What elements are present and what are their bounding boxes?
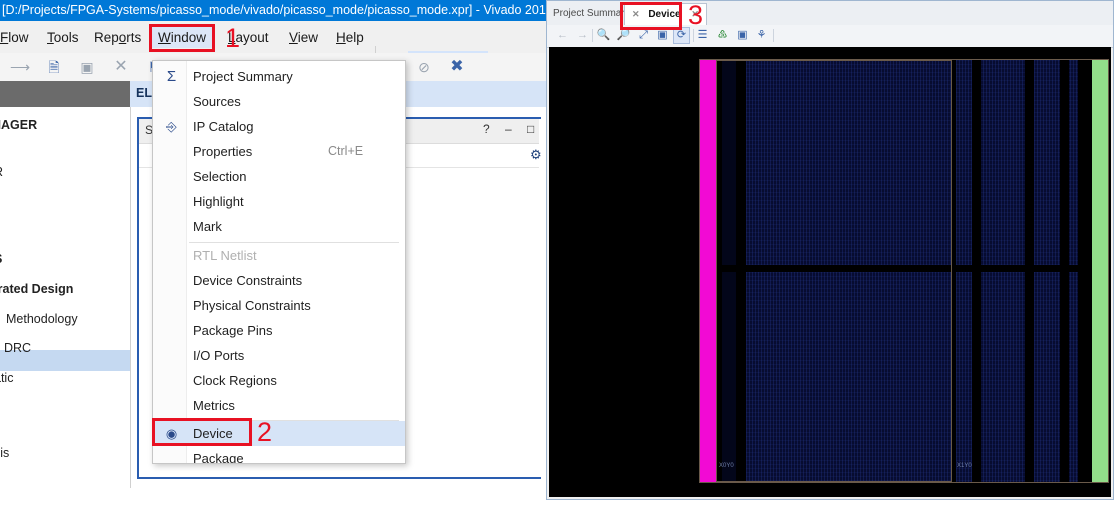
menu-item-accelerator: Ctrl+E <box>328 139 363 164</box>
flow-navigator-item-s[interactable]: S <box>0 252 2 266</box>
menu-item-label: Device Constraints <box>193 268 302 293</box>
menu-item-io-ports[interactable]: I/O Ports <box>153 343 405 368</box>
panel-window-controls[interactable]: ? – □ <box>483 122 540 136</box>
redo-icon[interactable]: ⟶ <box>10 58 28 76</box>
device-canvas[interactable]: X0Y0 X1Y0 <box>549 47 1111 497</box>
menu-item-label: Device <box>193 421 233 446</box>
io-bank-right[interactable] <box>1092 60 1108 482</box>
menu-item-clock-regions[interactable]: Clock Regions <box>153 368 405 393</box>
menu-item-properties[interactable]: Properties Ctrl+E <box>153 139 405 164</box>
menu-help[interactable]: Help <box>330 27 370 48</box>
menu-item-device-constraints[interactable]: Device Constraints <box>153 268 405 293</box>
close-icon[interactable]: ✕ <box>632 9 640 19</box>
menu-item-mark[interactable]: Mark <box>153 214 405 239</box>
tab-label: Project Summary <box>553 8 630 19</box>
tab-label: Device <box>648 9 680 20</box>
menu-reports[interactable]: Reports <box>88 27 147 48</box>
menu-item-label: Clock Regions <box>193 368 277 393</box>
flow-navigator-item-methodology[interactable]: Methodology <box>6 312 78 326</box>
routing-resources-icon[interactable]: ♷ <box>715 28 730 43</box>
menu-item-selection[interactable]: Selection <box>153 164 405 189</box>
menu-item-physical-constraints[interactable]: Physical Constraints <box>153 293 405 318</box>
device-view-window: Project Summary ✕ Device ✕ ← → 🔍 🔎 ⤢ ▣ ⟳… <box>546 0 1114 500</box>
menu-item-label: RTL Netlist <box>193 243 257 268</box>
menu-flow[interactable]: Flow <box>0 27 35 48</box>
menu-item-label: Physical Constraints <box>193 293 311 318</box>
tab-project-summary[interactable]: Project Summary <box>553 3 630 24</box>
layers-icon[interactable]: ▣ <box>735 28 750 43</box>
callout-number-2: 2 <box>257 419 272 446</box>
menu-item-project-summary[interactable]: Σ Project Summary <box>153 64 405 89</box>
toolbar-separator <box>592 29 593 42</box>
forward-arrow-icon[interactable]: → <box>575 28 590 43</box>
fpga-die[interactable]: X0Y0 X1Y0 <box>699 59 1109 483</box>
zoom-in-icon[interactable]: 🔍 <box>596 28 611 43</box>
sigma-icon: Σ <box>164 69 179 84</box>
menu-item-label: I/O Ports <box>193 343 244 368</box>
close-icon[interactable]: ✕ <box>112 58 130 76</box>
gear-icon[interactable]: ⚙ <box>530 147 542 163</box>
menu-item-device[interactable]: ◉ Device <box>153 421 405 446</box>
menu-tools[interactable]: Tools <box>41 27 85 48</box>
menu-item-label: Highlight <box>193 189 244 214</box>
back-arrow-icon[interactable]: ← <box>555 28 570 43</box>
menu-item-label: Package <box>193 446 244 464</box>
unlink-icon[interactable]: ⊘ <box>415 58 433 76</box>
metrics-icon[interactable]: ☰ <box>695 28 710 43</box>
callout-number-1: 1 <box>225 25 240 52</box>
ip-icon: ⎆ <box>164 119 179 134</box>
zoom-fit-icon[interactable]: ⤢ <box>636 28 651 43</box>
flow-navigator-item-synthesis[interactable]: sis <box>0 446 9 460</box>
menu-item-label: Mark <box>193 214 222 239</box>
window-title-bar: [D:/Projects/FPGA-Systems/picasso_mode/v… <box>0 0 546 21</box>
toolbar-separator <box>773 29 774 42</box>
menu-item-metrics[interactable]: Metrics <box>153 393 405 418</box>
flow-navigator-sidebar: NAGER R S orated Design Methodology DRC … <box>0 107 131 488</box>
chip-icon: ◉ <box>164 426 179 441</box>
flow-navigator-header: NAGER <box>0 118 37 132</box>
menu-item-label: Project Summary <box>193 64 293 89</box>
scissors-icon[interactable]: ✖ <box>448 58 466 76</box>
paste-icon[interactable]: ▣ <box>78 58 96 76</box>
menu-item-label: Properties <box>193 139 252 164</box>
menu-item-ip-catalog[interactable]: ⎆ IP Catalog <box>153 114 405 139</box>
menu-item-label: Metrics <box>193 393 235 418</box>
menu-item-package-pins[interactable]: Package Pins <box>153 318 405 343</box>
clock-region-label-x1y0: X1Y0 <box>957 463 972 469</box>
window-dropdown-menu: Σ Project Summary Sources ⎆ IP Catalog P… <box>152 60 406 464</box>
flow-navigator-item-r[interactable]: R <box>0 165 3 179</box>
menu-item-label: IP Catalog <box>193 114 253 139</box>
zoom-area-icon[interactable]: ▣ <box>655 28 670 43</box>
clock-region-label-x0y0: X0Y0 <box>719 463 734 469</box>
callout-number-3: 3 <box>688 2 703 29</box>
zoom-out-icon[interactable]: 🔎 <box>616 28 631 43</box>
flow-navigator-item-schematic[interactable]: atic <box>0 371 13 385</box>
device-toolbar: ← → 🔍 🔎 ⤢ ▣ ⟳ ☰ ♷ ▣ ⚘ <box>547 25 1113 48</box>
menu-item-highlight[interactable]: Highlight <box>153 189 405 214</box>
window-title-text: [D:/Projects/FPGA-Systems/picasso_mode/v… <box>2 3 546 17</box>
toolbar-separator <box>693 29 694 42</box>
menu-window[interactable]: Window <box>152 27 212 48</box>
vivado-main-window: [D:/Projects/FPGA-Systems/picasso_mode/v… <box>0 0 546 488</box>
menu-bar: Flow Tools Reports Window Layout View He… <box>0 21 546 54</box>
menu-item-label: Sources <box>193 89 241 114</box>
menu-item-label: Selection <box>193 164 246 189</box>
io-bank-left[interactable] <box>700 60 716 482</box>
copy-icon[interactable]: 🗎 <box>45 58 63 76</box>
flow-navigator-item-drc[interactable]: DRC <box>4 341 31 355</box>
menu-item-package[interactable]: Package <box>153 446 405 464</box>
menu-view[interactable]: View <box>283 27 324 48</box>
menu-item-label: Package Pins <box>193 318 273 343</box>
menu-item-sources[interactable]: Sources <box>153 89 405 114</box>
flow-navigator-item-elaborated-design[interactable]: orated Design <box>0 282 73 296</box>
refresh-icon[interactable]: ⟳ <box>674 28 689 43</box>
highlight-leaf-icon[interactable]: ⚘ <box>754 28 769 43</box>
menu-item-rtl-netlist: RTL Netlist <box>153 243 405 268</box>
device-tab-strip: Project Summary ✕ Device ✕ <box>547 1 1113 26</box>
clock-region-divider <box>700 265 1108 272</box>
